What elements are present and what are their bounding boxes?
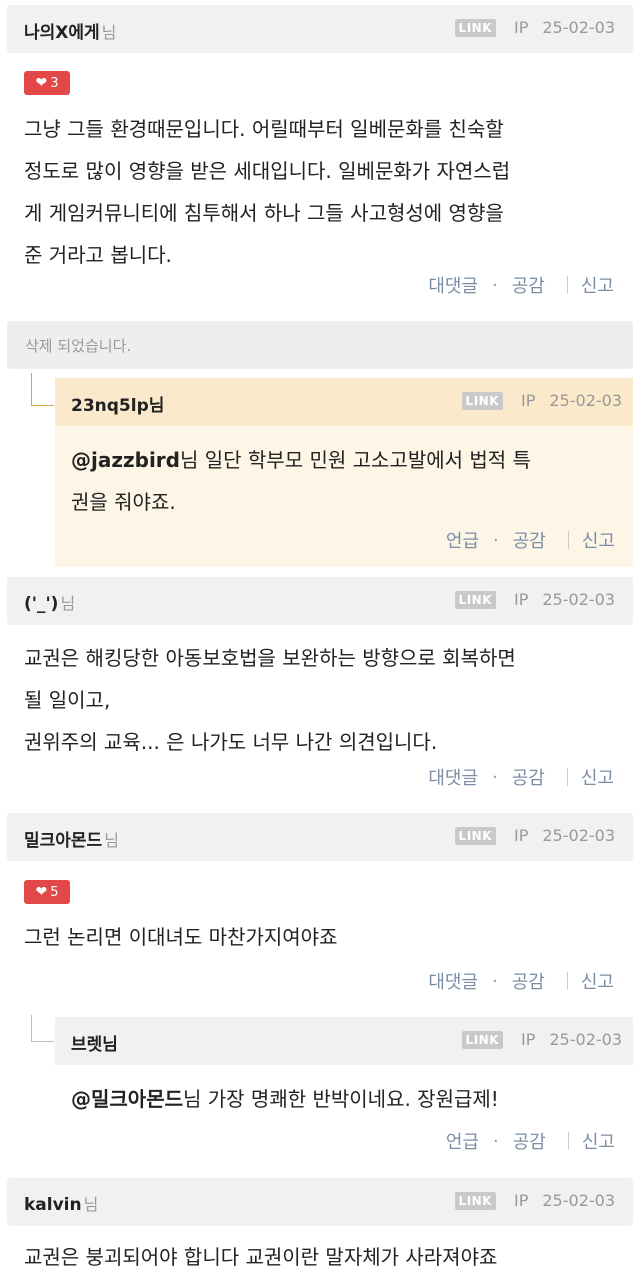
comment-date: 25-02-03: [542, 826, 615, 845]
comment-actions: 언급 · 공감 신고: [446, 1128, 615, 1154]
reply-comment: 23nq5lp님 LINK IP 25-02-03 @jazzbird님 일단 …: [55, 378, 633, 567]
ip-label: IP: [514, 18, 529, 37]
comment-body: 그냥 그들 환경때문입니다. 어릴때부터 일베문화를 친숙할 정도로 많이 영향…: [24, 117, 511, 267]
reply-comment: 브렛님 LINK IP 25-02-03 @밀크아몬드님 가장 명쾌한 반박이네…: [55, 1017, 633, 1167]
comment-date: 25-02-03: [542, 590, 615, 609]
comment-header: kalvin 님 LINK IP 25-02-03: [7, 1178, 633, 1226]
mention-button[interactable]: 언급: [446, 1128, 479, 1154]
comment-actions: 언급 · 공감 신고: [446, 527, 615, 553]
like-button[interactable]: 공감: [513, 527, 546, 553]
mention-link[interactable]: @밀크아몬드: [71, 1087, 183, 1111]
author-name[interactable]: 브렛님: [71, 1030, 118, 1055]
ip-label: IP: [521, 391, 536, 410]
mention-button[interactable]: 언급: [446, 527, 479, 553]
comment-actions: 대댓글 · 공감 신고: [428, 968, 614, 994]
report-button[interactable]: 신고: [581, 968, 614, 994]
comment-header: 밀크아몬드 님 LINK IP 25-02-03: [7, 813, 633, 861]
author-name[interactable]: kalvin 님: [24, 1191, 98, 1215]
like-button[interactable]: 공감: [512, 968, 545, 994]
comment-date: 25-02-03: [542, 1191, 615, 1210]
reply-header: 브렛님 LINK IP 25-02-03: [55, 1017, 633, 1065]
reply-button[interactable]: 대댓글: [428, 968, 478, 994]
comment-body: @jazzbird님 일단 학부모 민원 고소고발에서 법적 특 권을 줘야죠.: [71, 448, 531, 514]
comment-body: 교권은 붕괴되어야 합니다 교권이란 말자체가 사라져야죠: [24, 1245, 498, 1269]
report-button[interactable]: 신고: [582, 1128, 615, 1154]
link-badge[interactable]: LINK: [461, 391, 503, 410]
comment-body: 그런 논리면 이대녀도 마찬가지여야죠: [24, 925, 338, 949]
author-name[interactable]: 밀크아몬드 님: [24, 826, 119, 851]
ip-label: IP: [514, 590, 529, 609]
comment-meta: LINK IP 25-02-03: [454, 826, 615, 845]
link-badge[interactable]: LINK: [454, 18, 496, 37]
comment-meta: LINK IP 25-02-03: [454, 18, 615, 37]
comment-actions: 대댓글 · 공감 신고: [428, 272, 614, 298]
like-button[interactable]: 공감: [512, 272, 545, 298]
deleted-comment: 삭제 되었습니다.: [7, 321, 633, 369]
comment-date: 25-02-03: [542, 18, 615, 37]
reply-connector: [31, 373, 54, 406]
comment-date: 25-02-03: [549, 391, 622, 410]
comment-meta: LINK IP 25-02-03: [454, 1191, 615, 1210]
comment-meta: LINK IP 25-02-03: [461, 1030, 622, 1049]
reply-button[interactable]: 대댓글: [428, 764, 478, 790]
like-button[interactable]: 공감: [513, 1128, 546, 1154]
comment-actions: 대댓글 · 공감 신고: [428, 764, 614, 790]
comment-meta: LINK IP 25-02-03: [454, 590, 615, 609]
reply-button[interactable]: 대댓글: [428, 272, 478, 298]
like-count-badge: ❤ 5: [24, 880, 70, 904]
report-button[interactable]: 신고: [581, 272, 614, 298]
report-button[interactable]: 신고: [582, 527, 615, 553]
comment-body: @밀크아몬드님 가장 명쾌한 반박이네요. 장원급제!: [71, 1087, 499, 1111]
link-badge[interactable]: LINK: [454, 1191, 496, 1210]
comment-meta: LINK IP 25-02-03: [461, 391, 622, 410]
report-button[interactable]: 신고: [581, 764, 614, 790]
reply-header: 23nq5lp님 LINK IP 25-02-03: [55, 378, 633, 426]
link-badge[interactable]: LINK: [454, 590, 496, 609]
like-count-badge: ❤ 3: [24, 71, 70, 95]
ip-label: IP: [514, 1191, 529, 1210]
heart-icon: ❤: [35, 75, 48, 91]
link-badge[interactable]: LINK: [454, 826, 496, 845]
mention-link[interactable]: @jazzbird: [71, 448, 180, 472]
ip-label: IP: [514, 826, 529, 845]
comment-header: 나의X에게 님 LINK IP 25-02-03: [7, 5, 633, 53]
author-name[interactable]: 23nq5lp님: [71, 391, 164, 416]
link-badge[interactable]: LINK: [461, 1030, 503, 1049]
heart-icon: ❤: [35, 884, 48, 900]
author-name[interactable]: ('_') 님: [24, 590, 75, 614]
like-button[interactable]: 공감: [512, 764, 545, 790]
author-name[interactable]: 나의X에게 님: [24, 18, 116, 43]
reply-connector: [31, 1015, 54, 1042]
comment-header: ('_') 님 LINK IP 25-02-03: [7, 577, 633, 625]
comment-date: 25-02-03: [549, 1030, 622, 1049]
comment-body: 교권은 해킹당한 아동보호법을 보완하는 방향으로 회복하면 될 일이고, 권위…: [24, 646, 516, 754]
ip-label: IP: [521, 1030, 536, 1049]
